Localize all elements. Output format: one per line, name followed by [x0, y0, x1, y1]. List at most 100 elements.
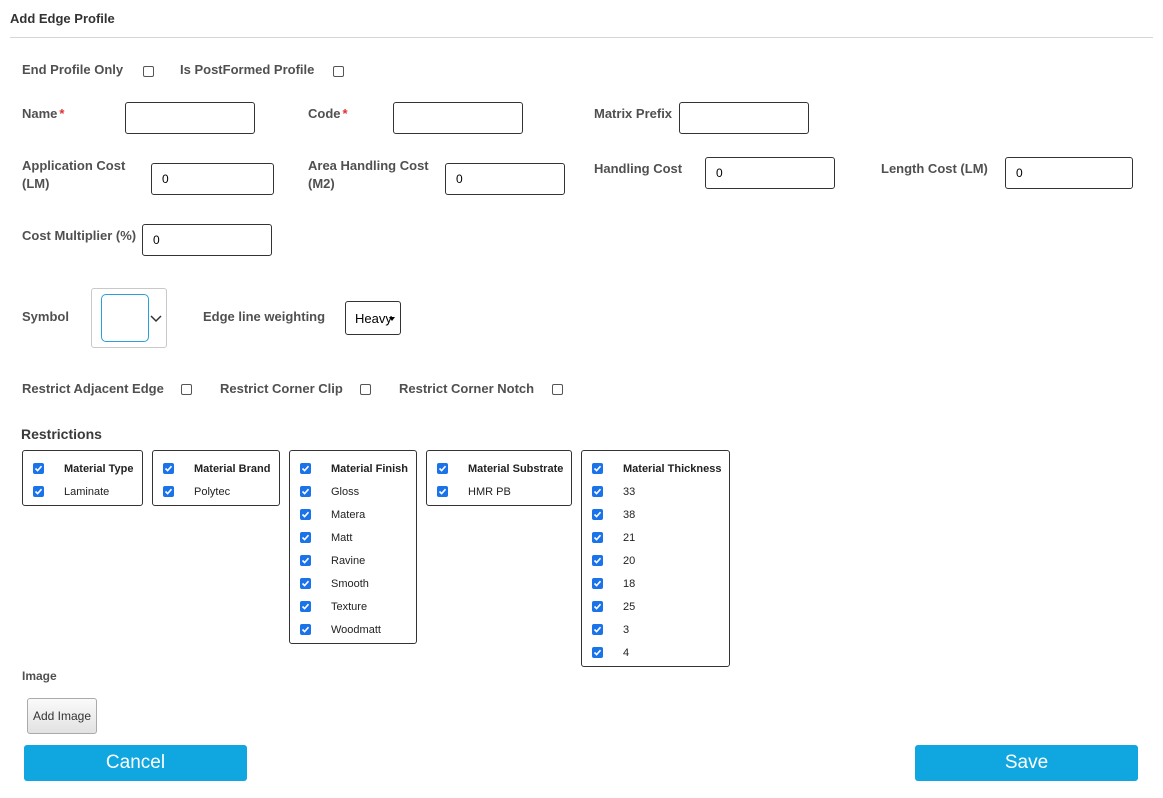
checkmark-icon [593, 603, 602, 610]
area-handling-cost-label-line2: (M2) [308, 176, 335, 191]
dropdown-arrow-icon [389, 317, 395, 321]
required-mark: * [59, 106, 65, 121]
application-cost-input[interactable] [151, 163, 274, 195]
restriction-item: Matt [300, 528, 408, 548]
symbol-preview[interactable] [101, 294, 149, 342]
checkmark-icon [301, 488, 310, 495]
edge-line-weighting-label: Edge line weighting [203, 309, 326, 324]
checkmark-icon [593, 649, 602, 656]
restriction-item-label: 33 [623, 486, 636, 498]
restriction-checkbox[interactable] [300, 532, 311, 543]
restriction-item: 38 [592, 505, 721, 525]
restriction-group-header: Material Finish [300, 459, 408, 479]
restriction-checkbox[interactable] [592, 486, 603, 497]
restriction-item-label: Ravine [331, 555, 366, 567]
restrict-corner-clip-checkbox[interactable] [360, 384, 371, 395]
restriction-checkbox[interactable] [592, 578, 603, 589]
restriction-item-label: Matera [331, 509, 366, 521]
restrict-corner-notch-checkbox[interactable] [552, 384, 563, 395]
restriction-checkbox[interactable] [300, 601, 311, 612]
restriction-item-label: Woodmatt [331, 624, 381, 636]
restriction-item-label: Matt [331, 532, 353, 544]
matrix-prefix-label: Matrix Prefix [594, 106, 673, 121]
select-all-checkbox[interactable] [300, 463, 311, 474]
restriction-checkbox[interactable] [300, 555, 311, 566]
checkmark-icon [593, 465, 602, 472]
restriction-item-label: 20 [623, 555, 636, 567]
restriction-checkbox[interactable] [300, 624, 311, 635]
restriction-group-header: Material Type [33, 459, 134, 479]
handling-cost-input[interactable] [705, 157, 835, 189]
edge-line-weighting-select[interactable]: Heavy [345, 301, 401, 335]
name-label: Name * [22, 105, 64, 123]
restrictions-title: Restrictions [21, 426, 102, 442]
restriction-item: Ravine [300, 551, 408, 571]
checkmark-icon [301, 557, 310, 564]
select-all-checkbox[interactable] [33, 463, 44, 474]
length-cost-input[interactable] [1005, 157, 1133, 189]
length-cost-label: Length Cost (LM) [881, 161, 988, 176]
is-postformed-checkbox[interactable] [333, 66, 344, 77]
area-handling-cost-input[interactable] [445, 163, 565, 195]
restriction-item-label: 21 [623, 532, 636, 544]
checkmark-icon [301, 626, 310, 633]
restriction-checkbox[interactable] [300, 578, 311, 589]
restriction-item: Polytec [163, 482, 271, 502]
restriction-item: Texture [300, 597, 408, 617]
restriction-checkbox[interactable] [300, 486, 311, 497]
restriction-group-title: Material Finish [331, 463, 409, 475]
select-all-checkbox[interactable] [437, 463, 448, 474]
is-postformed-label: Is PostFormed Profile [180, 62, 315, 77]
matrix-prefix-input[interactable] [679, 102, 809, 134]
select-all-checkbox[interactable] [163, 463, 174, 474]
restriction-item: 20 [592, 551, 721, 571]
checkmark-icon [164, 465, 173, 472]
cancel-button[interactable]: Cancel [24, 745, 247, 781]
restriction-checkbox[interactable] [592, 555, 603, 566]
select-all-checkbox[interactable] [592, 463, 603, 474]
symbol-picker[interactable] [91, 288, 167, 348]
page-title: Add Edge Profile [10, 11, 115, 26]
restriction-item: 4 [592, 643, 721, 663]
restriction-item-label: Gloss [331, 486, 360, 498]
checkmark-icon [34, 488, 43, 495]
restriction-group-material-brand: Material Brand Polytec [152, 450, 280, 506]
code-label-text: Code [308, 106, 341, 121]
restriction-item: 33 [592, 482, 721, 502]
restrict-adjacent-edge-checkbox[interactable] [181, 384, 192, 395]
checkmark-icon [438, 465, 447, 472]
chevron-down-icon[interactable] [149, 311, 163, 325]
restriction-checkbox[interactable] [300, 509, 311, 520]
end-profile-only-checkbox[interactable] [143, 66, 154, 77]
edge-line-weighting-value: Heavy [355, 311, 392, 326]
restriction-checkbox[interactable] [437, 486, 448, 497]
code-label: Code * [308, 105, 348, 123]
restriction-item-label: 38 [623, 509, 636, 521]
checkmark-icon [301, 511, 310, 518]
restriction-checkbox[interactable] [163, 486, 174, 497]
restriction-checkbox[interactable] [592, 509, 603, 520]
restriction-item: 18 [592, 574, 721, 594]
name-input[interactable] [125, 102, 255, 134]
cost-multiplier-input[interactable] [142, 224, 272, 256]
restriction-checkbox[interactable] [592, 601, 603, 612]
cost-multiplier-label: Cost Multiplier (%) [22, 228, 137, 243]
code-input[interactable] [393, 102, 523, 134]
restriction-checkbox[interactable] [592, 647, 603, 658]
add-image-button[interactable]: Add Image [27, 698, 97, 734]
checkmark-icon [438, 488, 447, 495]
restriction-group-header: Material Thickness [592, 459, 721, 479]
save-button[interactable]: Save [915, 745, 1138, 781]
restriction-group-header: Material Brand [163, 459, 271, 479]
restriction-checkbox[interactable] [592, 624, 603, 635]
restriction-checkbox[interactable] [33, 486, 44, 497]
restriction-item-label: Smooth [331, 578, 369, 590]
restriction-item: HMR PB [437, 482, 563, 502]
area-handling-cost-label: Area Handling Cost (M2) [308, 157, 429, 193]
restriction-checkbox[interactable] [592, 532, 603, 543]
restriction-group-material-substrate: Material Substrate HMR PB [426, 450, 572, 506]
required-mark: * [342, 106, 348, 121]
checkmark-icon [593, 580, 602, 587]
end-profile-only-label: End Profile Only [22, 62, 124, 77]
checkmark-icon [301, 603, 310, 610]
